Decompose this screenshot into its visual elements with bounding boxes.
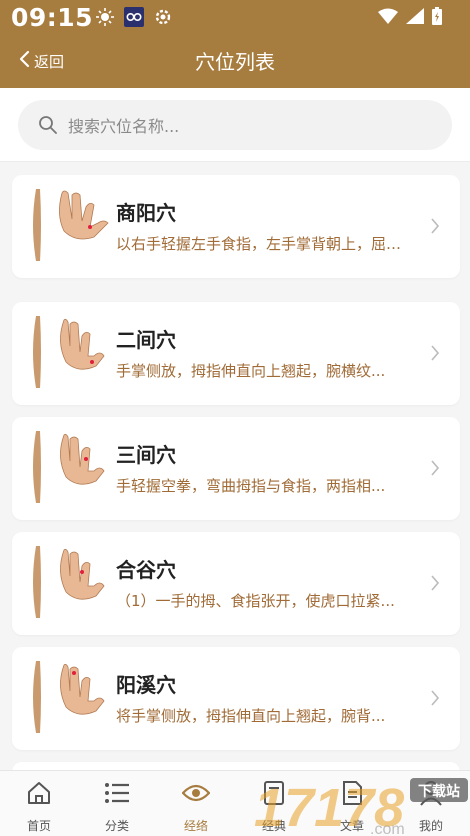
hand-illustration (24, 185, 112, 265)
bottom-tab-bar: 首页 分类 经络 经典 文章 我的 (0, 770, 470, 836)
status-time: 09:15 (11, 3, 94, 32)
tab-classics[interactable]: 经典 (235, 779, 313, 834)
tab-mine[interactable]: 我的 (392, 779, 470, 834)
acupoint-description: （1）一手的拇、食指张开，使虎口拉紧... (116, 592, 395, 610)
acupoint-description: 手轻握空拳，弯曲拇指与食指，两指相... (116, 477, 386, 495)
battery-icon (432, 7, 442, 29)
acupoint-description: 将手掌侧放，拇指伸直向上翘起，腕背... (116, 707, 386, 725)
tab-articles[interactable]: 文章 (313, 779, 391, 834)
brightness-icon (96, 8, 114, 30)
home-icon (0, 779, 78, 807)
chevron-right-icon (430, 344, 440, 366)
tab-category[interactable]: 分类 (78, 779, 156, 834)
acupoint-description: 手掌侧放，拇指伸直向上翘起，腕横纹... (116, 362, 386, 380)
acupoint-card[interactable]: 阳溪穴 将手掌侧放，拇指伸直向上翘起，腕背... (12, 647, 460, 750)
page-title: 穴位列表 (195, 50, 275, 74)
wifi-icon (378, 8, 398, 28)
hand-illustration (24, 657, 112, 737)
user-icon (392, 779, 470, 807)
tab-label: 经典 (261, 819, 286, 833)
tab-label: 分类 (104, 819, 129, 833)
app-bar: 返回 穴位列表 (0, 34, 470, 88)
list-icon (78, 779, 156, 807)
search-placeholder: 搜索穴位名称... (68, 117, 180, 136)
acupoint-description: 以右手轻握左手食指，左手掌背朝上，屈食指，在食指指甲... (116, 235, 416, 253)
book-icon (235, 779, 313, 807)
acupoint-name: 三间穴 (116, 443, 176, 467)
acupoint-name: 阳溪穴 (116, 673, 176, 697)
acupoint-name: 二间穴 (116, 328, 176, 352)
acupoint-card[interactable]: 合谷穴 （1）一手的拇、食指张开，使虎口拉紧... (12, 532, 460, 635)
tab-home[interactable]: 首页 (0, 779, 78, 834)
search-section: 搜索穴位名称... (0, 88, 470, 162)
acupoint-card[interactable]: 二间穴 手掌侧放，拇指伸直向上翘起，腕横纹... (12, 302, 460, 405)
tab-label: 首页 (26, 819, 51, 833)
acupoint-name: 合谷穴 (116, 558, 176, 582)
chevron-right-icon (430, 217, 440, 239)
tab-label: 我的 (418, 819, 443, 833)
status-bar: 09:15 (0, 0, 470, 34)
app-notification-icon (124, 7, 144, 31)
acupoint-card[interactable]: 三间穴 手轻握空拳，弯曲拇指与食指，两指相... (12, 417, 460, 520)
chevron-right-icon (430, 574, 440, 596)
search-icon (38, 115, 58, 135)
hand-illustration (24, 542, 112, 622)
eye-icon (157, 779, 235, 807)
acupoint-name: 商阳穴 (116, 201, 176, 225)
settings-gear-icon (154, 8, 172, 30)
tab-label: 经络 (183, 819, 208, 833)
chevron-right-icon (430, 459, 440, 481)
chevron-right-icon (430, 689, 440, 711)
acupoint-card[interactable]: 商阳穴 以右手轻握左手食指，左手掌背朝上，屈食指，在食指指甲... (12, 175, 460, 278)
article-icon (313, 779, 391, 807)
hand-illustration (24, 427, 112, 507)
search-input[interactable]: 搜索穴位名称... (18, 100, 452, 150)
tab-label: 文章 (339, 819, 364, 833)
hand-illustration (24, 312, 112, 392)
tab-meridian[interactable]: 经络 (157, 779, 235, 834)
signal-icon (406, 8, 424, 28)
